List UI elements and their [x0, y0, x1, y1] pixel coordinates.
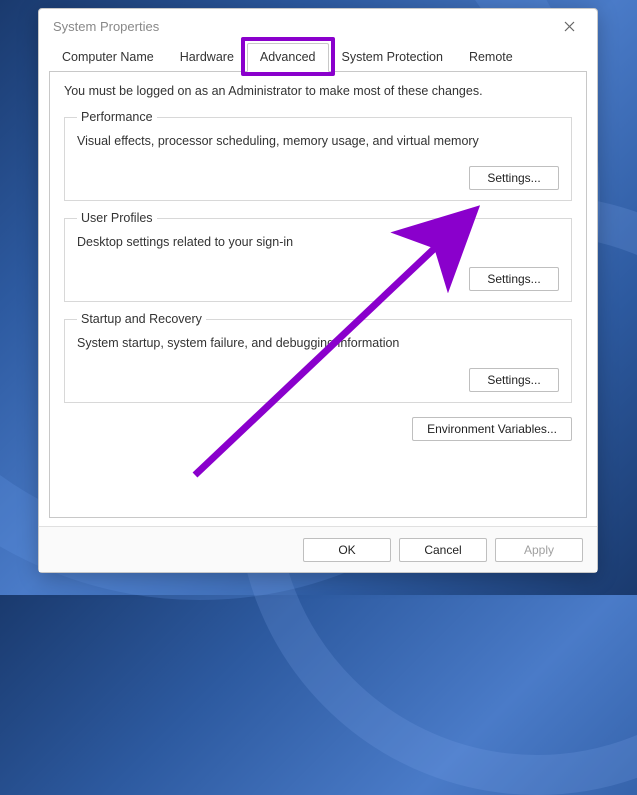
titlebar: System Properties	[39, 9, 597, 43]
user-profiles-group: User Profiles Desktop settings related t…	[64, 211, 572, 302]
close-icon	[564, 21, 575, 32]
tab-bar: Computer Name Hardware Advanced System P…	[39, 43, 597, 72]
window-title: System Properties	[53, 19, 159, 34]
performance-legend: Performance	[77, 110, 157, 124]
tab-panel-advanced: You must be logged on as an Administrato…	[49, 71, 587, 518]
user-profiles-legend: User Profiles	[77, 211, 157, 225]
performance-desc: Visual effects, processor scheduling, me…	[77, 134, 559, 148]
cancel-button[interactable]: Cancel	[399, 538, 487, 562]
user-profiles-desc: Desktop settings related to your sign-in	[77, 235, 559, 249]
admin-note: You must be logged on as an Administrato…	[64, 84, 572, 98]
startup-recovery-settings-button[interactable]: Settings...	[469, 368, 559, 392]
system-properties-window: System Properties Computer Name Hardware…	[38, 8, 598, 573]
startup-recovery-group: Startup and Recovery System startup, sys…	[64, 312, 572, 403]
tab-computer-name[interactable]: Computer Name	[49, 43, 167, 72]
apply-button[interactable]: Apply	[495, 538, 583, 562]
performance-group: Performance Visual effects, processor sc…	[64, 110, 572, 201]
user-profiles-settings-button[interactable]: Settings...	[469, 267, 559, 291]
tab-system-protection[interactable]: System Protection	[329, 43, 456, 72]
startup-recovery-desc: System startup, system failure, and debu…	[77, 336, 559, 350]
startup-recovery-legend: Startup and Recovery	[77, 312, 206, 326]
environment-variables-button[interactable]: Environment Variables...	[412, 417, 572, 441]
performance-settings-button[interactable]: Settings...	[469, 166, 559, 190]
tab-advanced[interactable]: Advanced	[247, 43, 329, 72]
tab-hardware[interactable]: Hardware	[167, 43, 247, 72]
dialog-button-bar: OK Cancel Apply	[39, 526, 597, 572]
tab-remote[interactable]: Remote	[456, 43, 526, 72]
ok-button[interactable]: OK	[303, 538, 391, 562]
close-button[interactable]	[549, 12, 589, 40]
